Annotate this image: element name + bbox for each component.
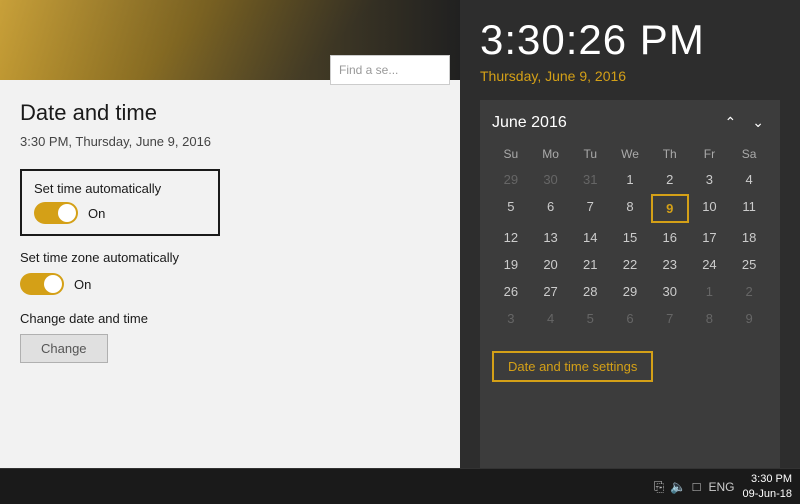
calendar-day[interactable]: 3 xyxy=(691,167,729,192)
calendar-day[interactable]: 17 xyxy=(691,225,729,250)
calendar-day[interactable]: 7 xyxy=(571,194,609,223)
set-time-auto-label: Set time automatically xyxy=(34,181,206,196)
calendar-grid: SuMoTuWeThFrSa29303112345678910111213141… xyxy=(492,143,768,331)
set-time-auto-toggle[interactable] xyxy=(34,202,78,224)
calendar-day[interactable]: 4 xyxy=(730,167,768,192)
calendar-day[interactable]: 9 xyxy=(651,194,689,223)
calendar-day[interactable]: 26 xyxy=(492,279,530,304)
calendar-day[interactable]: 21 xyxy=(571,252,609,277)
calendar-day[interactable]: 5 xyxy=(571,306,609,331)
calendar-day[interactable]: 3 xyxy=(492,306,530,331)
clock-time-display: 3:30:26 PM xyxy=(480,16,780,64)
settings-title: Date and time xyxy=(20,100,440,126)
calendar-day-header: Th xyxy=(651,143,689,165)
calendar-day[interactable]: 18 xyxy=(730,225,768,250)
calendar-day[interactable]: 1 xyxy=(611,167,649,192)
set-zone-auto-label: Set time zone automatically xyxy=(20,250,440,265)
calendar-day-header: Tu xyxy=(571,143,609,165)
calendar-day-header: Su xyxy=(492,143,530,165)
taskbar-date-value: 09-Jun-18 xyxy=(742,487,792,501)
set-time-auto-state: On xyxy=(88,206,105,221)
calendar-day[interactable]: 16 xyxy=(651,225,689,250)
calendar-day[interactable]: 24 xyxy=(691,252,729,277)
calendar-day[interactable]: 13 xyxy=(532,225,570,250)
set-zone-auto-row: On xyxy=(20,273,440,295)
set-zone-auto-toggle[interactable] xyxy=(20,273,64,295)
calendar-day[interactable]: 15 xyxy=(611,225,649,250)
calendar-day[interactable]: 2 xyxy=(651,167,689,192)
calendar-day[interactable]: 29 xyxy=(492,167,530,192)
set-time-auto-row: On xyxy=(34,202,206,224)
calendar-day[interactable]: 8 xyxy=(691,306,729,331)
calendar-month-year: June 2016 xyxy=(492,114,567,132)
calendar-day[interactable]: 30 xyxy=(651,279,689,304)
calendar-day-header: Mo xyxy=(532,143,570,165)
calendar-day[interactable]: 11 xyxy=(730,194,768,223)
set-zone-auto-section: Set time zone automatically On xyxy=(20,250,440,295)
calendar-day[interactable]: 6 xyxy=(611,306,649,331)
calendar-day[interactable]: 8 xyxy=(611,194,649,223)
change-date-time-label: Change date and time xyxy=(20,311,440,326)
calendar-day[interactable]: 20 xyxy=(532,252,570,277)
calendar-day[interactable]: 12 xyxy=(492,225,530,250)
set-time-auto-section: Set time automatically On xyxy=(20,169,220,236)
search-bar[interactable]: Find a se... xyxy=(330,55,450,85)
settings-link-container: Date and time settings xyxy=(492,341,768,392)
taskbar: ⎘ 🔈 □ ENG 3:30 PM 09-Jun-18 xyxy=(0,468,800,504)
calendar-day[interactable]: 19 xyxy=(492,252,530,277)
network-icon: ⎘ xyxy=(654,479,664,495)
volume-icon: 🔈 xyxy=(670,479,686,495)
calendar-day-header: We xyxy=(611,143,649,165)
calendar-day[interactable]: 28 xyxy=(571,279,609,304)
calendar-day[interactable]: 14 xyxy=(571,225,609,250)
calendar-day[interactable]: 5 xyxy=(492,194,530,223)
clock-panel: 3:30:26 PM Thursday, June 9, 2016 June 2… xyxy=(460,0,800,504)
taskbar-language: ENG xyxy=(708,480,734,494)
calendar-day[interactable]: 23 xyxy=(651,252,689,277)
change-button[interactable]: Change xyxy=(20,334,108,363)
calendar-header: June 2016 ⌃ ⌄ xyxy=(492,112,768,133)
calendar-next-button[interactable]: ⌄ xyxy=(748,112,768,133)
calendar-day[interactable]: 22 xyxy=(611,252,649,277)
calendar-day[interactable]: 9 xyxy=(730,306,768,331)
calendar-day-header: Sa xyxy=(730,143,768,165)
calendar-day[interactable]: 31 xyxy=(571,167,609,192)
calendar-day[interactable]: 10 xyxy=(691,194,729,223)
clock-date-display: Thursday, June 9, 2016 xyxy=(480,68,780,84)
taskbar-time-value: 3:30 PM xyxy=(742,472,792,486)
calendar-day[interactable]: 4 xyxy=(532,306,570,331)
taskbar-clock: 3:30 PM 09-Jun-18 xyxy=(742,472,792,501)
calendar-container: June 2016 ⌃ ⌄ SuMoTuWeThFrSa293031123456… xyxy=(480,100,780,504)
set-zone-auto-state: On xyxy=(74,277,91,292)
calendar-day[interactable]: 6 xyxy=(532,194,570,223)
calendar-day[interactable]: 29 xyxy=(611,279,649,304)
calendar-prev-button[interactable]: ⌃ xyxy=(721,112,741,133)
calendar-day[interactable]: 25 xyxy=(730,252,768,277)
change-date-time-section: Change date and time Change xyxy=(20,311,440,363)
calendar-day[interactable]: 27 xyxy=(532,279,570,304)
taskbar-system-icons: ⎘ 🔈 □ xyxy=(654,479,700,495)
calendar-day[interactable]: 7 xyxy=(651,306,689,331)
calendar-day[interactable]: 1 xyxy=(691,279,729,304)
date-time-settings-button[interactable]: Date and time settings xyxy=(492,351,653,382)
calendar-day[interactable]: 30 xyxy=(532,167,570,192)
current-time-display: 3:30 PM, Thursday, June 9, 2016 xyxy=(20,134,440,149)
notification-icon: □ xyxy=(693,479,701,494)
search-text: Find a se... xyxy=(339,63,398,77)
settings-panel: Find a se... Date and time 3:30 PM, Thur… xyxy=(0,0,460,504)
calendar-nav: ⌃ ⌄ xyxy=(721,112,768,133)
settings-content: Date and time 3:30 PM, Thursday, June 9,… xyxy=(0,80,460,504)
calendar-day-header: Fr xyxy=(691,143,729,165)
calendar-day[interactable]: 2 xyxy=(730,279,768,304)
